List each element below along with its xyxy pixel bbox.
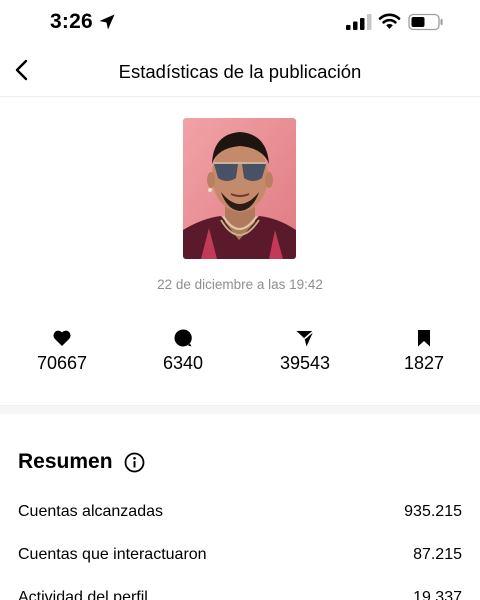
bookmark-icon [418,330,430,347]
info-icon[interactable] [124,452,145,473]
comments-count: 6340 [162,353,204,373]
section-divider [0,405,480,414]
heart-icon [53,330,71,346]
nav-bar: Estadísticas de la publicación [0,46,480,97]
location-arrow-icon [99,14,115,30]
engagement-stats: 70667 6340 39543 1827 [0,328,480,378]
row-value: 19.337 [413,589,462,600]
row-label: Actividad del perfil [18,589,148,600]
post-thumbnail[interactable] [183,118,296,259]
comment-icon [174,329,192,347]
stat-shares[interactable]: 39543 [255,328,355,374]
stat-likes[interactable]: 70667 [12,328,112,374]
stat-saves[interactable]: 1827 [374,328,474,374]
row-label: Cuentas alcanzadas [18,503,163,520]
status-bar: 3:26 [0,0,480,46]
post-image [183,118,296,259]
battery-icon [408,13,443,31]
row-label: Cuentas que interactuaron [18,546,207,563]
cellular-signal-icon [346,14,372,30]
stat-comments[interactable]: 6340 [133,328,233,374]
shares-count: 39543 [279,353,331,373]
row-value: 87.215 [413,546,462,563]
summary-row-engaged[interactable]: Cuentas que interactuaron 87.215 [18,546,462,568]
share-icon [296,330,315,347]
status-time: 3:26 [50,10,93,33]
page-title: Estadísticas de la publicación [118,61,362,82]
row-value: 935.215 [404,503,462,520]
summary-row-reached[interactable]: Cuentas alcanzadas 935.215 [18,503,462,525]
summary-row-profile-activity[interactable]: Actividad del perfil 19.337 [18,589,462,600]
saves-count: 1827 [403,353,445,373]
likes-count: 70667 [36,353,88,373]
wifi-icon [378,13,401,29]
post-date: 22 de diciembre a las 19:42 [157,277,323,292]
summary-title: Resumen [18,450,113,473]
